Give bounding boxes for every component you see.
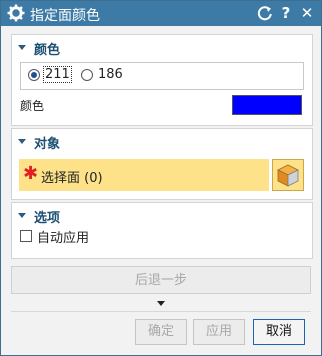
- options-section: 选项 自动应用: [11, 202, 313, 259]
- dialog-title: 指定面颜色: [30, 8, 100, 24]
- object-section-title: 对象: [34, 137, 61, 152]
- auto-apply-checkbox[interactable]: [20, 230, 32, 242]
- color-label: 颜色: [20, 99, 45, 113]
- auto-apply-label: 自动应用: [37, 231, 90, 246]
- cancel-button[interactable]: 取消: [253, 319, 305, 345]
- color-section-title: 颜色: [34, 43, 61, 58]
- gear-icon: [7, 4, 25, 22]
- close-icon[interactable]: ✕: [298, 4, 316, 22]
- color-radio-group: 211 186: [20, 62, 304, 90]
- dialog-window: 指定面颜色 ? ✕ 颜色 211 186 颜色 对象 ✱ 选择面 (0) 选项 …: [0, 0, 322, 356]
- expand-more-icon[interactable]: [157, 301, 165, 306]
- color-section: 颜色 211 186 颜色: [11, 34, 313, 126]
- required-asterisk-icon: ✱: [23, 163, 39, 184]
- radio-186[interactable]: [81, 69, 93, 81]
- collapse-chevron-icon: [18, 213, 26, 218]
- title-bar: 指定面颜色 ? ✕: [1, 1, 321, 26]
- options-section-title: 选项: [34, 211, 61, 226]
- radio-211-label: 211: [43, 66, 72, 83]
- radio-186-label: 186: [98, 67, 123, 82]
- help-icon[interactable]: ?: [277, 4, 295, 22]
- face-selector-button[interactable]: [272, 159, 304, 191]
- undo-step-button[interactable]: 后退一步: [11, 266, 311, 294]
- collapse-chevron-icon: [18, 139, 26, 144]
- footer-divider: [11, 311, 311, 312]
- select-face-row[interactable]: ✱ 选择面 (0): [19, 159, 269, 191]
- radio-211[interactable]: [28, 69, 40, 81]
- apply-button[interactable]: 应用: [193, 319, 245, 345]
- ok-button[interactable]: 确定: [135, 319, 187, 345]
- object-section: 对象 ✱ 选择面 (0): [11, 128, 313, 200]
- reset-icon[interactable]: [256, 4, 274, 22]
- color-swatch[interactable]: [232, 95, 302, 115]
- cube-icon: [277, 164, 299, 187]
- select-face-label: 选择面 (0): [41, 171, 103, 186]
- collapse-chevron-icon: [18, 45, 26, 50]
